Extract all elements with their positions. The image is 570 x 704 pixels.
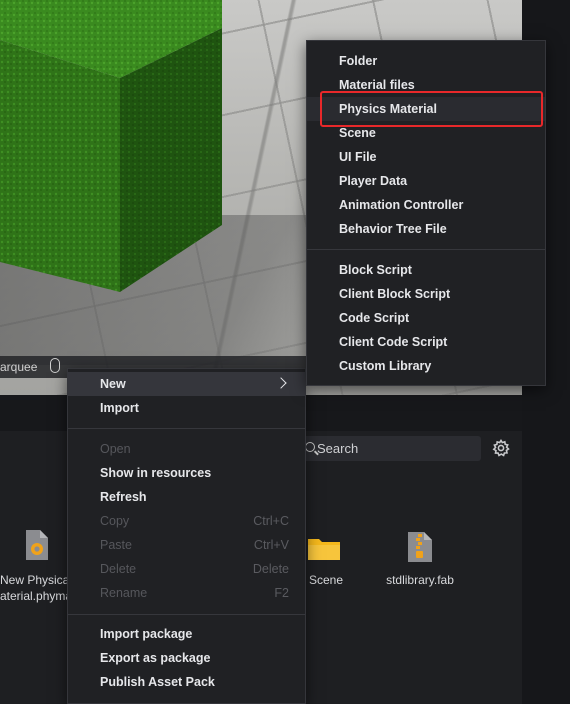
submenu-item-client-code-script[interactable]: Client Code Script	[307, 330, 545, 354]
menu-separator	[68, 614, 305, 615]
submenu-item-label: Client Code Script	[339, 335, 448, 349]
menu-item-rename: Rename F2	[68, 581, 305, 605]
menu-item-publish-asset-pack[interactable]: Publish Asset Pack	[68, 670, 305, 694]
submenu-item-folder[interactable]: Folder	[307, 49, 545, 73]
menu-item-paste: Paste Ctrl+V	[68, 533, 305, 557]
submenu-item-block-script[interactable]: Block Script	[307, 258, 545, 282]
submenu-item-label: Animation Controller	[339, 198, 464, 212]
menu-item-import-package[interactable]: Import package	[68, 622, 305, 646]
menu-item-new[interactable]: New	[68, 372, 305, 396]
submenu-item-client-block-script[interactable]: Client Block Script	[307, 282, 545, 306]
asset-label-line1: New Physical	[0, 573, 73, 587]
menu-item-export-as-package-label: Export as package	[100, 651, 211, 665]
context-menu: New Import Open Show in resources Refres…	[67, 368, 306, 704]
asset-label-line2: aterial.phyma	[0, 589, 73, 603]
asset-label: stdlibrary.fab	[386, 573, 454, 587]
asset-search-box[interactable]	[297, 436, 481, 461]
search-icon	[305, 442, 315, 452]
folder-icon	[308, 539, 340, 560]
gear-icon[interactable]	[491, 438, 511, 458]
submenu-item-label: Client Block Script	[339, 287, 451, 301]
menu-item-paste-label: Paste	[100, 538, 132, 552]
menu-item-copy-label: Copy	[100, 514, 130, 528]
menu-item-import-label: Import	[100, 401, 139, 415]
menu-item-import[interactable]: Import	[68, 396, 305, 420]
search-input[interactable]	[317, 436, 477, 461]
submenu-item-label: Block Script	[339, 263, 412, 277]
menu-item-show-in-resources[interactable]: Show in resources	[68, 461, 305, 485]
menu-item-new-label: New	[100, 377, 126, 391]
green-cube[interactable]	[0, 0, 230, 300]
menu-item-refresh-label: Refresh	[100, 490, 147, 504]
editor-window: arquee New Physical aterial.phyma	[0, 0, 570, 704]
menu-item-delete: Delete Delete	[68, 557, 305, 581]
shortcut-paste: Ctrl+V	[253, 538, 289, 552]
menu-item-open: Open	[68, 437, 305, 461]
submenu-item-custom-library[interactable]: Custom Library	[307, 354, 545, 378]
menu-item-publish-asset-pack-label: Publish Asset Pack	[100, 675, 215, 689]
menu-item-delete-label: Delete	[100, 562, 137, 576]
submenu-item-label: Material files	[339, 78, 415, 92]
submenu-item-label: Custom Library	[339, 359, 432, 373]
menu-item-rename-label: Rename	[100, 586, 148, 600]
shortcut-delete: Delete	[252, 562, 289, 576]
submenu-item-label: Folder	[339, 54, 378, 68]
marquee-tool-label[interactable]: arquee	[0, 360, 37, 374]
submenu-item-label: Behavior Tree File	[339, 222, 447, 236]
submenu-item-animation-controller[interactable]: Animation Controller	[307, 193, 545, 217]
submenu-item-behavior-tree-file[interactable]: Behavior Tree File	[307, 217, 545, 241]
menu-item-refresh[interactable]: Refresh	[68, 485, 305, 509]
shortcut-rename: F2	[274, 586, 289, 600]
submenu-item-ui-file[interactable]: UI File	[307, 145, 545, 169]
physics-material-file-icon	[26, 530, 48, 560]
menu-item-show-in-resources-label: Show in resources	[100, 466, 212, 480]
submenu-item-player-data[interactable]: Player Data	[307, 169, 545, 193]
menu-item-import-package-label: Import package	[100, 627, 193, 641]
menu-separator	[68, 428, 305, 429]
menu-item-export-as-package[interactable]: Export as package	[68, 646, 305, 670]
highlight-annotation-box	[320, 91, 543, 127]
shortcut-copy: Ctrl+C	[253, 514, 289, 528]
submenu-item-label: UI File	[339, 150, 377, 164]
chevron-right-icon	[275, 377, 287, 389]
menu-separator	[307, 249, 545, 250]
mouse-icon[interactable]	[50, 358, 60, 373]
submenu-item-code-script[interactable]: Code Script	[307, 306, 545, 330]
menu-item-copy: Copy Ctrl+C	[68, 509, 305, 533]
submenu-item-label: Scene	[339, 126, 376, 140]
menu-item-open-label: Open	[100, 442, 131, 456]
submenu-item-label: Code Script	[339, 311, 410, 325]
submenu-item-label: Player Data	[339, 174, 408, 188]
asset-label: Scene	[308, 573, 344, 587]
zip-archive-icon	[408, 532, 432, 562]
